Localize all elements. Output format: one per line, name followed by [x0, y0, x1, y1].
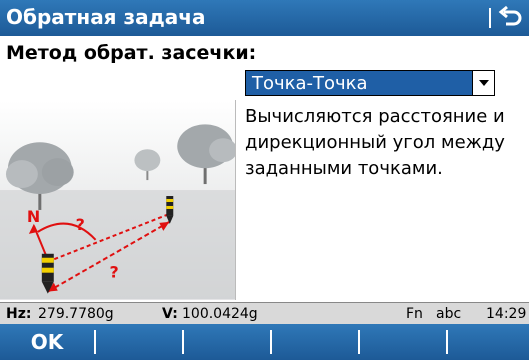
distance-label: ?	[110, 263, 119, 282]
softkey-f6[interactable]	[448, 324, 529, 360]
v-value: 100.0424g	[182, 306, 258, 322]
chevron-down-icon[interactable]	[472, 71, 494, 95]
softkey-f5[interactable]	[360, 324, 446, 360]
hz-label: Hz:	[6, 306, 32, 322]
title-separator	[489, 8, 491, 28]
window-title: Обратная задача	[6, 5, 206, 29]
method-select[interactable]: Точка-Точка	[245, 70, 495, 96]
back-icon[interactable]	[496, 4, 524, 32]
fn-indicator: Fn	[406, 306, 423, 322]
method-select-value: Точка-Точка	[252, 73, 368, 94]
method-label: Метод обрат. засечки:	[6, 42, 257, 64]
inverse-task-illustration: N ? ?	[0, 100, 236, 300]
ok-button[interactable]: OK	[0, 324, 94, 360]
hz-value: 279.7780g	[38, 306, 114, 322]
input-mode-indicator: abc	[436, 306, 462, 322]
status-bar: Hz: 279.7780g V: 100.0424g Fn abc 14:29	[0, 302, 529, 324]
method-description: Вычисляются расстояние и дирекционный уг…	[245, 106, 505, 179]
v-label: V:	[162, 306, 178, 322]
north-label: N	[27, 207, 40, 226]
clock: 14:29	[486, 306, 527, 322]
angle-label: ?	[76, 215, 85, 234]
softkey-f4[interactable]	[272, 324, 358, 360]
softkey-f3[interactable]	[184, 324, 270, 360]
softkey-f2[interactable]	[96, 324, 182, 360]
title-bar: Обратная задача	[0, 0, 529, 36]
softkey-bar: OK	[0, 324, 529, 360]
